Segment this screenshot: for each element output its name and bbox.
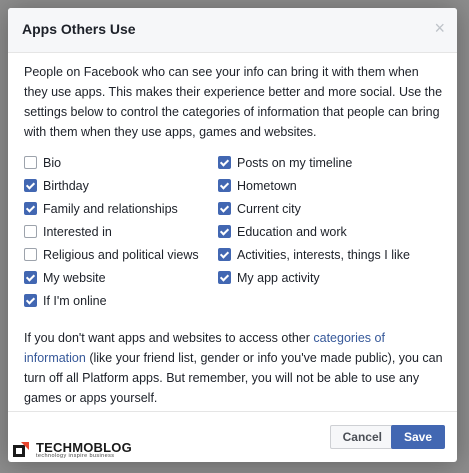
- intro-text: People on Facebook who can see your info…: [24, 65, 443, 139]
- checkbox-checked[interactable]: [218, 248, 231, 261]
- option-label: Birthday: [43, 178, 89, 193]
- option-label: Family and relationships: [43, 201, 178, 216]
- note-text-after: (like your friend list, gender or info y…: [24, 351, 443, 405]
- checkbox-unchecked[interactable]: [24, 156, 37, 169]
- option-label: Religious and political views: [43, 247, 199, 262]
- options-left-column: Bio Birthday Family and relationships Inter…: [24, 151, 199, 312]
- option-row[interactable]: Interested in: [24, 220, 199, 243]
- option-row[interactable]: Current city: [218, 197, 410, 220]
- checkbox-checked[interactable]: [218, 271, 231, 284]
- checkbox-checked[interactable]: [24, 179, 37, 192]
- option-row[interactable]: Family and relationships: [24, 197, 199, 220]
- option-label: If I'm online: [43, 293, 107, 308]
- option-label: Interested in: [43, 224, 112, 239]
- checkbox-checked[interactable]: [218, 225, 231, 238]
- close-icon[interactable]: ×: [434, 18, 445, 39]
- option-row[interactable]: My app activity: [218, 266, 410, 289]
- option-label: Activities, interests, things I like: [237, 247, 410, 262]
- dialog-title: Apps Others Use: [22, 21, 136, 37]
- option-label: Education and work: [237, 224, 347, 239]
- option-label: Posts on my timeline: [237, 155, 353, 170]
- option-row[interactable]: Education and work: [218, 220, 410, 243]
- checkbox-checked[interactable]: [24, 271, 37, 284]
- checkbox-checked[interactable]: [218, 202, 231, 215]
- option-label: My app activity: [237, 270, 320, 285]
- checkbox-checked[interactable]: [218, 156, 231, 169]
- checkbox-unchecked[interactable]: [24, 248, 37, 261]
- checkbox-unchecked[interactable]: [24, 225, 37, 238]
- checkbox-checked[interactable]: [24, 202, 37, 215]
- option-row[interactable]: If I'm online: [24, 289, 199, 312]
- option-row[interactable]: Religious and political views: [24, 243, 199, 266]
- checkbox-checked[interactable]: [24, 294, 37, 307]
- option-row[interactable]: Activities, interests, things I like: [218, 243, 410, 266]
- option-row[interactable]: Hometown: [218, 174, 410, 197]
- option-label: Bio: [43, 155, 62, 170]
- platform-note: If you don't want apps and websites to a…: [24, 328, 444, 408]
- option-row[interactable]: Posts on my timeline: [218, 151, 410, 174]
- techmoblog-logo-icon: [13, 441, 29, 457]
- checkbox-checked[interactable]: [218, 179, 231, 192]
- option-label: My website: [43, 270, 106, 285]
- options-right-column: Posts on my timeline Hometown Current city…: [218, 151, 410, 289]
- apps-others-use-dialog: Apps Others Use × People on Facebook who…: [8, 8, 457, 462]
- save-button[interactable]: Save: [390, 425, 445, 449]
- option-row[interactable]: My website: [24, 266, 199, 289]
- dialog-header: Apps Others Use ×: [8, 8, 457, 53]
- option-row[interactable]: Bio: [24, 151, 199, 174]
- option-row[interactable]: Birthday: [24, 174, 199, 197]
- techmoblog-watermark: TECHMOBLOG technology inspire business: [12, 440, 132, 459]
- note-text-before: If you don't want apps and websites to a…: [24, 331, 314, 345]
- cancel-button[interactable]: Cancel: [329, 425, 395, 449]
- option-label: Current city: [237, 201, 301, 216]
- option-label: Hometown: [237, 178, 297, 193]
